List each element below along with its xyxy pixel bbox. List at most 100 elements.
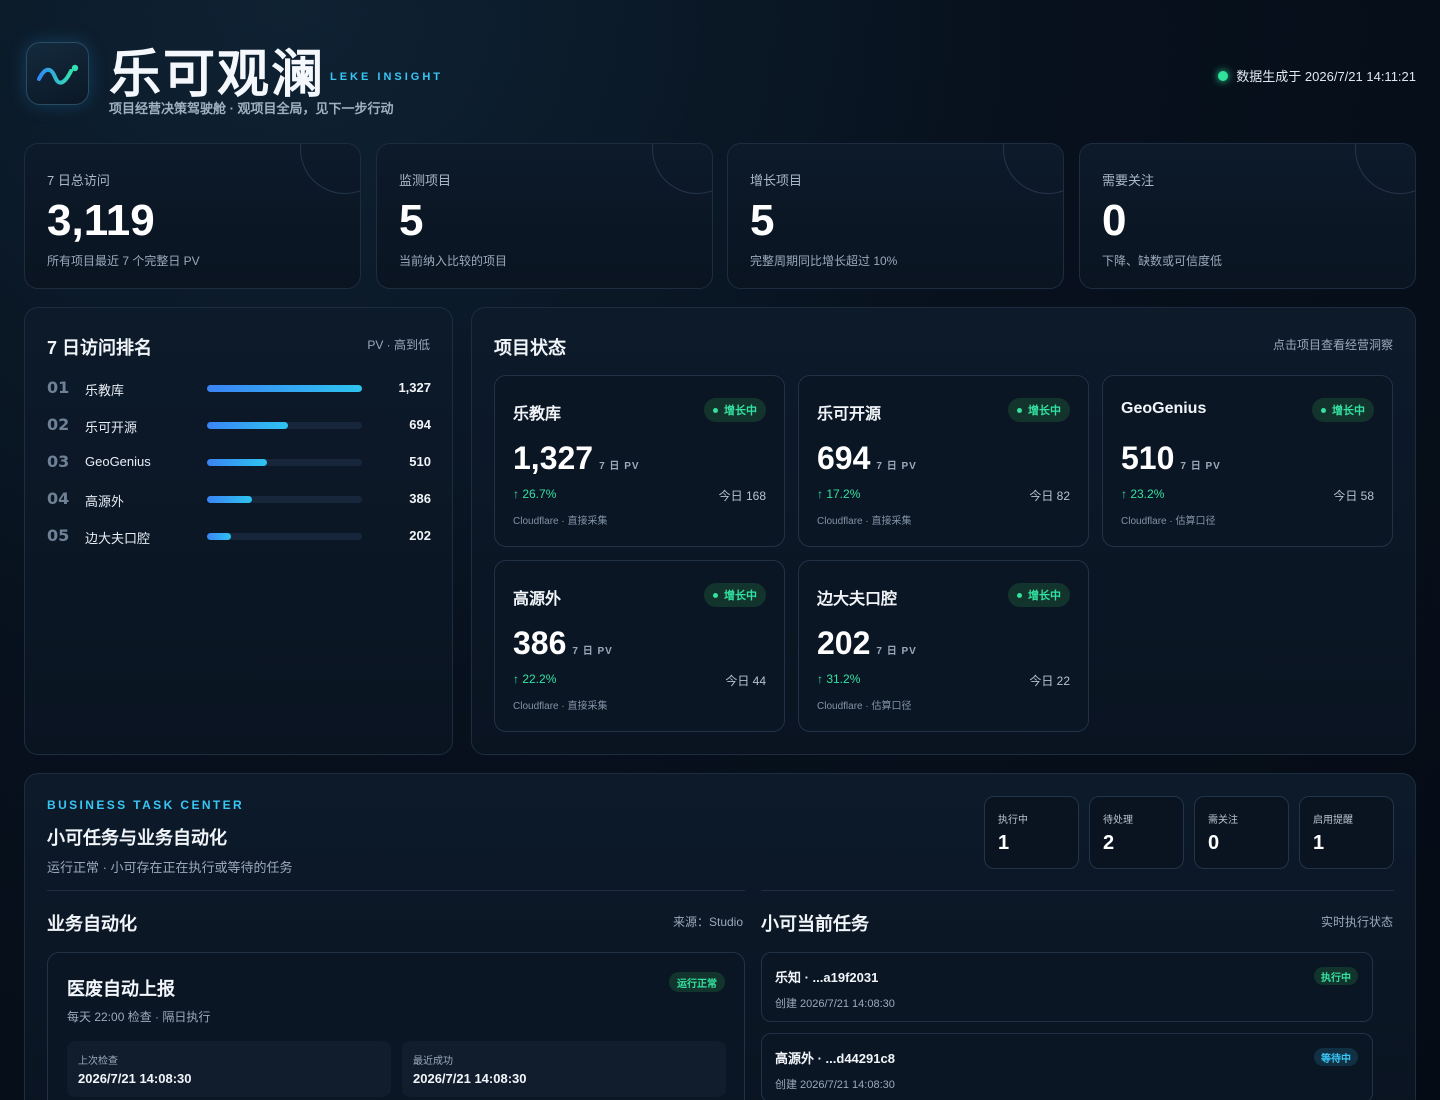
- project-pv: 202 7 日 PV: [817, 625, 917, 661]
- project-card[interactable]: 乐教库 增长中 1,327 7 日 PV ↑ 26.7% 今日 168 Cloud…: [494, 375, 785, 547]
- task-item[interactable]: 高源外 · ...d44291c8 创建 2026/7/21 14:08:30 …: [761, 1033, 1373, 1100]
- rank-value: 694: [409, 417, 431, 432]
- project-source: Cloudflare · 估算口径: [1121, 516, 1216, 527]
- stat-desc: 所有项目最近 7 个完整日 PV: [47, 254, 200, 268]
- status-badge: 增长中: [1008, 583, 1070, 607]
- rank-bar-fill: [207, 533, 231, 540]
- project-card[interactable]: GeoGenius 增长中 510 7 日 PV ↑ 23.2% 今日 58 Cl…: [1102, 375, 1393, 547]
- rank-name: GeoGenius: [85, 454, 151, 469]
- decor-ring: [1003, 144, 1063, 194]
- rank-number: 02: [47, 415, 70, 434]
- kv-value: 2026/7/21 14:08:30: [78, 1071, 192, 1086]
- stat-desc: 当前纳入比较的项目: [399, 254, 508, 268]
- status-badge: 等待中: [1314, 1048, 1358, 1066]
- task-center-label: BUSINESS TASK CENTER: [47, 798, 245, 812]
- current-tasks-title: 小可当前任务: [761, 914, 869, 934]
- project-growth: ↑ 22.2%: [513, 672, 557, 686]
- project-pv: 1,327 7 日 PV: [513, 440, 640, 476]
- task-item[interactable]: 乐知 · ...a19f2031 创建 2026/7/21 14:08:30 执…: [761, 952, 1373, 1022]
- rank-name: 高源外: [85, 494, 125, 509]
- project-card[interactable]: 高源外 增长中 386 7 日 PV ↑ 22.2% 今日 44 Cloudfla…: [494, 560, 785, 732]
- stat-value: 0: [1102, 196, 1127, 245]
- automation-title: 业务自动化: [47, 914, 137, 934]
- stat-card-growing: 增长项目 5 完整周期同比增长超过 10%: [727, 143, 1064, 289]
- stat-label: 监测项目: [399, 173, 452, 188]
- project-today: 今日 58: [1333, 489, 1374, 503]
- project-card[interactable]: 乐可开源 增长中 694 7 日 PV ↑ 17.2% 今日 82 Cloudfl…: [798, 375, 1089, 547]
- rank-bar-fill: [207, 496, 253, 503]
- counter-value: 0: [1208, 832, 1220, 854]
- automation-schedule: 每天 22:00 检查 · 隔日执行: [67, 1010, 211, 1024]
- project-pv: 694 7 日 PV: [817, 440, 917, 476]
- project-status-title: 项目状态: [494, 338, 566, 358]
- rank-value: 386: [409, 491, 431, 506]
- project-name: GeoGenius: [1121, 400, 1207, 417]
- stat-card-monitored: 监测项目 5 当前纳入比较的项目: [376, 143, 713, 289]
- task-created: 创建 2026/7/21 14:08:30: [775, 998, 895, 1010]
- app-subtitle-en: LEKE INSIGHT: [330, 71, 444, 83]
- rank-bar-track: [207, 422, 362, 429]
- project-name: 高源外: [513, 591, 562, 608]
- app-tagline: 项目经营决策驾驶舱 · 观项目全局，见下一步行动: [109, 101, 394, 116]
- project-today: 今日 168: [718, 489, 766, 503]
- rank-bar-track: [207, 533, 362, 540]
- counter-label: 需关注: [1208, 815, 1238, 826]
- project-today: 今日 44: [725, 674, 766, 688]
- kv-label: 最近成功: [413, 1056, 453, 1067]
- task-created: 创建 2026/7/21 14:08:30: [775, 1079, 895, 1091]
- rank-bar-fill: [207, 459, 267, 466]
- project-growth: ↑ 26.7%: [513, 487, 557, 501]
- automation-source: 来源：Studio: [673, 915, 744, 929]
- header: 乐可观澜 LEKE INSIGHT 项目经营决策驾驶舱 · 观项目全局，见下一步…: [24, 30, 1416, 120]
- rank-bar-track: [207, 496, 362, 503]
- task-name: 乐知 · ...a19f2031: [775, 970, 879, 985]
- stat-desc: 完整周期同比增长超过 10%: [750, 254, 898, 268]
- counter-reminders[interactable]: 启用提醒 1: [1299, 796, 1394, 869]
- stat-desc: 下降、缺数或可信度低: [1102, 254, 1223, 268]
- generated-time-text: 数据生成于 2026/7/21 14:11:21: [1236, 69, 1416, 84]
- counter-running[interactable]: 执行中 1: [984, 796, 1079, 869]
- decor-ring: [300, 144, 360, 194]
- project-name: 乐教库: [513, 406, 562, 423]
- project-source: Cloudflare · 估算口径: [817, 701, 912, 712]
- project-card[interactable]: 边大夫口腔 增长中 202 7 日 PV ↑ 31.2% 今日 22 Cloudf…: [798, 560, 1089, 732]
- stat-value: 5: [399, 196, 424, 245]
- stat-label: 需要关注: [1102, 173, 1155, 188]
- counter-attention[interactable]: 需关注 0: [1194, 796, 1289, 869]
- rank-number: 04: [47, 489, 70, 508]
- ranking-row[interactable]: 02 乐可开源 694: [47, 415, 431, 435]
- ranking-row[interactable]: 03 GeoGenius 510: [47, 452, 431, 472]
- ranking-hint: PV · 高到低: [367, 338, 430, 352]
- project-status-panel: 项目状态 点击项目查看经营洞察 乐教库 增长中 1,327 7 日 PV ↑ 26…: [471, 307, 1416, 755]
- project-source: Cloudflare · 直接采集: [513, 516, 608, 527]
- stat-label: 7 日总访问: [47, 173, 110, 188]
- wave-logo-icon: [36, 64, 78, 85]
- counter-label: 执行中: [998, 815, 1028, 826]
- ranking-panel: 7 日访问排名 PV · 高到低 01 乐教库 1,327 02 乐可开源 69…: [24, 307, 453, 755]
- status-badge: 增长中: [1008, 398, 1070, 422]
- ranking-row[interactable]: 04 高源外 386: [47, 489, 431, 509]
- automation-card[interactable]: 医废自动上报 每天 22:00 检查 · 隔日执行 运行正常 上次检查 2026…: [47, 952, 745, 1100]
- ranking-row[interactable]: 05 边大夫口腔 202: [47, 526, 431, 546]
- project-name: 边大夫口腔: [817, 591, 898, 608]
- rank-number: 01: [47, 378, 70, 397]
- rank-value: 510: [409, 454, 431, 469]
- status-badge: 增长中: [704, 583, 766, 607]
- current-tasks-hint: 实时执行状态: [1320, 915, 1393, 929]
- counter-value: 1: [998, 832, 1010, 854]
- counter-value: 2: [1103, 832, 1115, 854]
- automation-name: 医废自动上报: [67, 979, 175, 999]
- counter-pending[interactable]: 待处理 2: [1089, 796, 1184, 869]
- status-badge: 执行中: [1314, 967, 1358, 985]
- project-growth: ↑ 31.2%: [817, 672, 861, 686]
- status-badge: 增长中: [704, 398, 766, 422]
- ranking-row[interactable]: 01 乐教库 1,327: [47, 378, 431, 398]
- project-name: 乐可开源: [817, 406, 882, 423]
- app-title: 乐可观澜: [109, 45, 326, 105]
- last-check: 上次检查 2026/7/21 14:08:30: [67, 1041, 391, 1097]
- stat-card-total-visits: 7 日总访问 3,119 所有项目最近 7 个完整日 PV: [24, 143, 361, 289]
- status-badge: 运行正常: [669, 972, 725, 992]
- project-source: Cloudflare · 直接采集: [817, 516, 912, 527]
- project-pv: 510 7 日 PV: [1121, 440, 1221, 476]
- rank-value: 1,327: [398, 380, 431, 395]
